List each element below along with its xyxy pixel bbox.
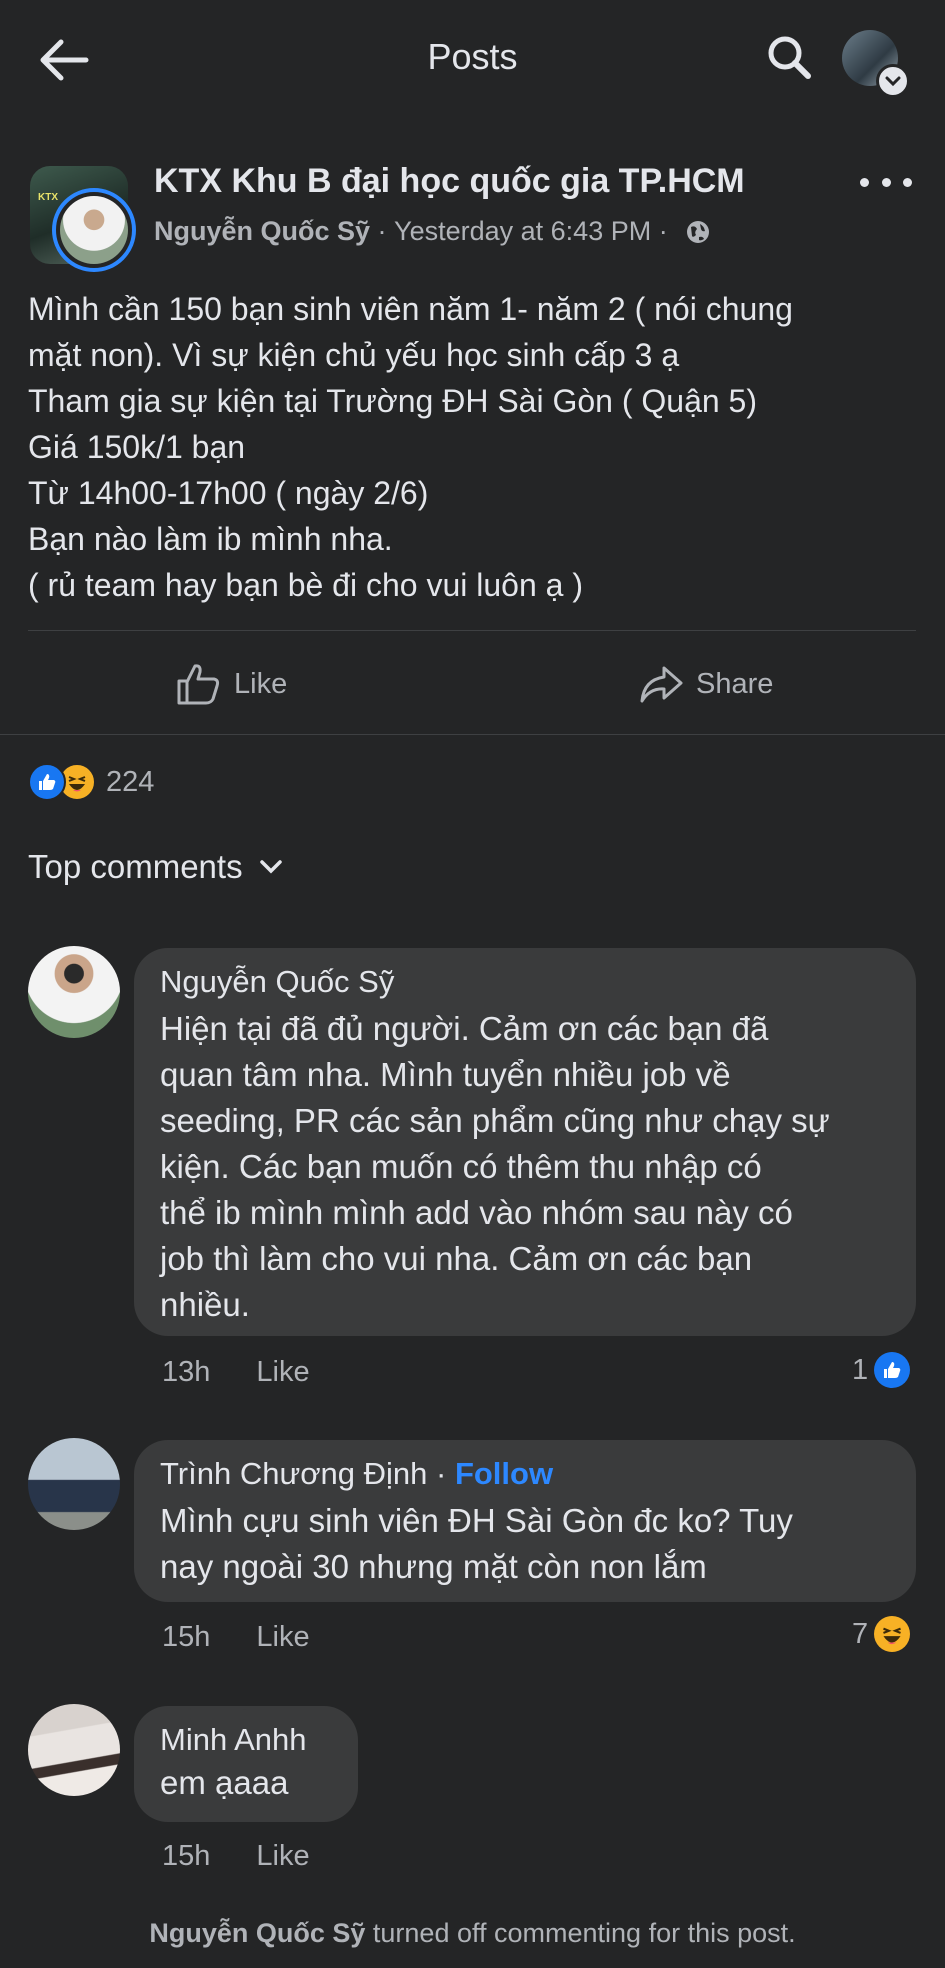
group-logo-mark: KTX <box>38 192 58 203</box>
author-avatar[interactable] <box>52 188 136 272</box>
comment-line: thể ib mình mình add vào nhóm sau này có <box>160 1194 793 1231</box>
post-line: Tham gia sự kiện tại Trường ĐH Sài Gòn (… <box>28 383 757 419</box>
like-reaction-icon <box>874 1352 911 1388</box>
chevron-down-icon <box>259 860 282 874</box>
comment-time[interactable]: 15h <box>162 1840 210 1873</box>
meta-separator: · <box>651 216 676 246</box>
footer-text: turned off commenting for this post. <box>365 1918 796 1948</box>
profile-menu-button[interactable] <box>842 30 910 98</box>
follow-button[interactable]: Follow <box>455 1456 553 1491</box>
post-line: Bạn nào làm ib mình nha. <box>28 521 393 557</box>
comment-line: kiện. Các bạn muốn có thêm thu nhập có <box>160 1148 762 1185</box>
comment-meta: 13h Like <box>162 1356 310 1389</box>
search-button[interactable] <box>758 26 820 88</box>
comment-time[interactable]: 15h <box>162 1621 210 1654</box>
post-body: Mình cần 150 bạn sinh viên năm 1- năm 2 … <box>28 286 918 608</box>
commenter-name[interactable]: Minh Anhh <box>160 1722 332 1758</box>
comment-line: em ạaaa <box>160 1764 289 1801</box>
comment-line: quan tâm nha. Mình tuyển nhiều job về <box>160 1056 731 1093</box>
search-icon <box>768 36 811 79</box>
share-icon <box>640 666 683 703</box>
reactions-summary[interactable]: 224 <box>28 760 154 804</box>
comment-bubble: Nguyễn Quốc Sỹ Hiện tại đã đủ người. Cảm… <box>134 948 916 1336</box>
comments-sort-dropdown[interactable]: Top comments <box>28 848 283 886</box>
comment-line: nay ngoài 30 nhưng mặt còn non lắm <box>160 1548 707 1585</box>
comment-line: seeding, PR các sản phẩm cũng như chạy s… <box>160 1102 830 1139</box>
like-reaction-icon <box>28 763 66 801</box>
group-name-link[interactable]: KTX Khu B đại học quốc gia TP.HCM <box>154 162 745 201</box>
globe-icon <box>687 220 710 243</box>
comment-reactions[interactable]: 7 <box>852 1616 911 1652</box>
comment-reactions[interactable]: 1 <box>852 1352 911 1388</box>
comment-text: em ạaaa <box>160 1760 332 1806</box>
commenter-avatar[interactable] <box>28 1704 120 1796</box>
share-label: Share <box>696 667 774 700</box>
post-line: ( rủ team hay bạn bè đi cho vui luôn ạ ) <box>28 567 583 603</box>
like-button[interactable]: Like <box>176 654 287 714</box>
comment-text: Hiện tại đã đủ người. Cảm ơn các bạn đã … <box>160 1006 890 1328</box>
reactions-count: 224 <box>106 765 155 798</box>
post-line: Từ 14h00-17h00 ( ngày 2/6) <box>28 475 429 511</box>
share-button[interactable]: Share <box>638 654 773 714</box>
comment-text: Mình cựu sinh viên ĐH Sài Gòn đc ko? Tuy… <box>160 1498 890 1590</box>
name-separator: · <box>427 1456 455 1491</box>
author-name-link[interactable]: Nguyễn Quốc Sỹ <box>154 216 370 247</box>
comment-line: Mình cựu sinh viên ĐH Sài Gòn đc ko? Tuy <box>160 1502 793 1539</box>
divider <box>28 630 916 631</box>
like-label: Like <box>234 667 288 700</box>
footer-author-name[interactable]: Nguyễn Quốc Sỹ <box>149 1918 365 1948</box>
post-more-button[interactable] <box>860 164 912 200</box>
commenter-name-row: Trình Chương Định · Follow <box>160 1456 890 1492</box>
commenter-name[interactable]: Nguyễn Quốc Sỹ <box>160 964 890 1000</box>
post-time[interactable]: Yesterday at 6:43 PM <box>394 216 651 247</box>
comment-like-button[interactable]: Like <box>256 1356 309 1389</box>
thumbs-up-icon <box>177 664 220 705</box>
more-dot <box>881 177 891 187</box>
comment-reaction-count: 1 <box>852 1353 869 1386</box>
divider <box>0 734 945 735</box>
comment-meta: 15h Like <box>162 1840 310 1873</box>
meta-separator: · <box>370 216 395 246</box>
post-line: Giá 150k/1 bạn <box>28 429 246 465</box>
comment-bubble: Minh Anhh em ạaaa <box>134 1706 358 1822</box>
top-bar: Posts <box>0 0 945 120</box>
comments-sort-label: Top comments <box>28 848 243 885</box>
post-line: mặt non). Vì sự kiện chủ yếu học sinh cấ… <box>28 337 680 373</box>
comment-time[interactable]: 13h <box>162 1356 210 1389</box>
comment-meta: 15h Like <box>162 1621 310 1654</box>
more-dot <box>860 177 869 187</box>
commenter-avatar[interactable] <box>28 946 120 1038</box>
comment-like-button[interactable]: Like <box>256 1621 309 1654</box>
more-dot <box>903 177 912 187</box>
comment-bubble: Trình Chương Định · Follow Mình cựu sinh… <box>134 1440 916 1602</box>
comment-like-button[interactable]: Like <box>256 1840 309 1873</box>
post-meta: Nguyễn Quốc Sỹ · Yesterday at 6:43 PM · <box>154 216 711 247</box>
post-line: Mình cần 150 bạn sinh viên năm 1- năm 2 … <box>28 291 793 327</box>
comment-reaction-count: 7 <box>852 1617 869 1650</box>
haha-reaction-icon <box>874 1616 911 1652</box>
comment-line: Hiện tại đã đủ người. Cảm ơn các bạn đã <box>160 1010 769 1047</box>
comment-line: nhiều. <box>160 1286 250 1323</box>
chevron-down-icon <box>876 64 910 98</box>
commenting-disabled-note: Nguyễn Quốc Sỹ turned off commenting for… <box>0 1918 945 1949</box>
commenter-avatar[interactable] <box>28 1438 120 1530</box>
comment-line: job thì làm cho vui nha. Cảm ơn các bạn <box>160 1240 753 1277</box>
commenter-name[interactable]: Trình Chương Định <box>160 1456 427 1491</box>
